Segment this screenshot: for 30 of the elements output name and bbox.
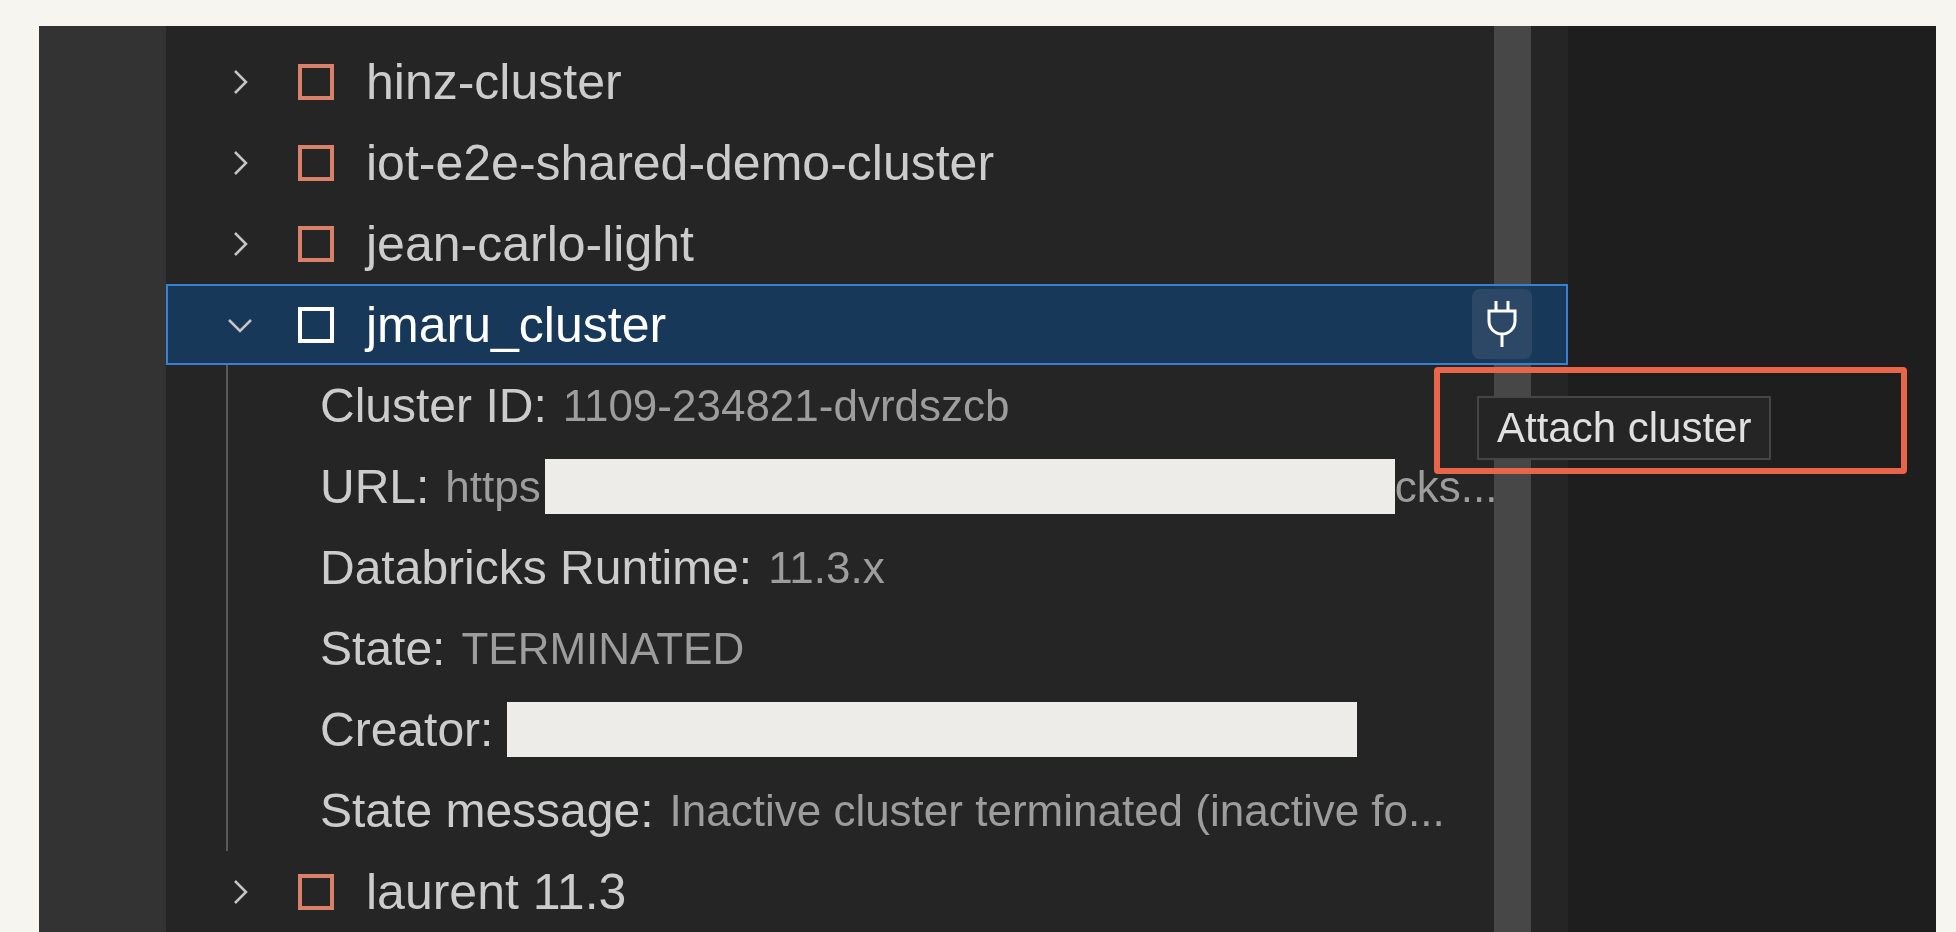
stop-square-icon xyxy=(298,225,334,262)
detail-value: https xyxy=(445,461,541,512)
cluster-name: iot-e2e-shared-demo-cluster xyxy=(366,133,995,192)
detail-value: Inactive cluster terminated (inactive fo... xyxy=(669,785,1445,836)
detail-value: TERMINATED xyxy=(461,623,745,674)
cluster-name: hinz-cluster xyxy=(366,52,622,111)
cluster-name: jean-carlo-light xyxy=(366,214,694,273)
detail-label: State: xyxy=(320,621,446,676)
cluster-name: laurent 11.3 xyxy=(366,862,627,921)
cluster-name: jmaru_cluster xyxy=(366,295,667,354)
detail-value: 11.3.x xyxy=(768,542,885,593)
cluster-row[interactable]: iot-e2e-shared-demo-cluster xyxy=(166,122,1568,203)
detail-value: 1109-234821-dvrdszcb xyxy=(562,380,1010,431)
stop-square-icon xyxy=(298,144,334,181)
plug-icon xyxy=(1485,299,1519,349)
cluster-row[interactable]: jmaru_cluster xyxy=(166,284,1568,365)
stop-square-icon xyxy=(298,63,334,100)
detail-label: State message: xyxy=(320,783,654,838)
detail-label: Cluster ID: xyxy=(320,378,547,433)
cluster-row[interactable]: hinz-cluster xyxy=(166,41,1568,122)
detail-label: Databricks Runtime: xyxy=(320,540,753,595)
cluster-row[interactable]: jean-carlo-light xyxy=(166,203,1568,284)
stop-square-icon xyxy=(298,873,334,910)
detail-label: URL: xyxy=(320,459,430,514)
cluster-row[interactable]: laurent 11.3 xyxy=(166,851,1568,932)
detail-label: Creator: xyxy=(320,702,494,757)
detail-value: cks... xyxy=(1394,461,1498,512)
plug-button[interactable] xyxy=(1472,289,1532,359)
tooltip: Attach cluster xyxy=(1477,396,1772,460)
stop-square-icon xyxy=(298,306,334,343)
